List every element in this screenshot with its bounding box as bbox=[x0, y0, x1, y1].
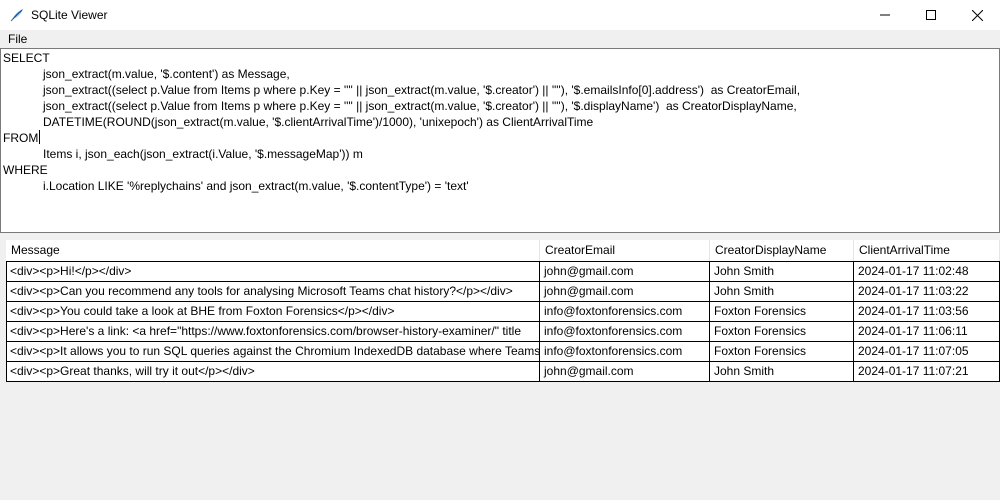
sql-line: json_extract((select p.Value from Items … bbox=[3, 99, 797, 113]
cell-client-arrival-time[interactable]: 2024-01-17 11:06:11 bbox=[854, 322, 1000, 342]
maximize-button[interactable] bbox=[908, 0, 954, 30]
sqlite-viewer-window: SQLite Viewer File SELECT json_extract(m… bbox=[0, 0, 1000, 500]
minimize-icon bbox=[880, 10, 890, 20]
cell-client-arrival-time[interactable]: 2024-01-17 11:07:21 bbox=[854, 362, 1000, 382]
title-bar[interactable]: SQLite Viewer bbox=[0, 0, 1000, 30]
table-row[interactable]: <div><p>Hi!</p></div> john@gmail.com Joh… bbox=[6, 262, 1000, 282]
grid-header: Message CreatorEmail CreatorDisplayName … bbox=[6, 240, 1000, 262]
cell-message[interactable]: <div><p>Great thanks, will try it out</p… bbox=[6, 362, 540, 382]
cell-client-arrival-time[interactable]: 2024-01-17 11:07:05 bbox=[854, 342, 1000, 362]
column-header-client-arrival-time[interactable]: ClientArrivalTime bbox=[854, 240, 1000, 261]
table-row[interactable]: <div><p>Can you recommend any tools for … bbox=[6, 282, 1000, 302]
window-title: SQLite Viewer bbox=[31, 8, 108, 22]
cell-client-arrival-time[interactable]: 2024-01-17 11:03:22 bbox=[854, 282, 1000, 302]
table-row[interactable]: <div><p>You could take a look at BHE fro… bbox=[6, 302, 1000, 322]
column-header-creator-display-name[interactable]: CreatorDisplayName bbox=[710, 240, 854, 261]
cell-creator-email[interactable]: john@gmail.com bbox=[540, 262, 710, 282]
minimize-button[interactable] bbox=[862, 0, 908, 30]
sql-line: SELECT bbox=[3, 51, 50, 65]
cell-creator-email[interactable]: info@foxtonforensics.com bbox=[540, 342, 710, 362]
sql-query-editor[interactable]: SELECT json_extract(m.value, '$.content'… bbox=[0, 48, 1000, 233]
cell-message[interactable]: <div><p>It allows you to run SQL queries… bbox=[6, 342, 540, 362]
menu-bar: File bbox=[0, 30, 1000, 48]
close-icon bbox=[971, 9, 983, 21]
cell-message[interactable]: <div><p>Can you recommend any tools for … bbox=[6, 282, 540, 302]
cell-message[interactable]: <div><p>You could take a look at BHE fro… bbox=[6, 302, 540, 322]
column-header-message[interactable]: Message bbox=[6, 240, 540, 261]
table-row[interactable]: <div><p>Here's a link: <a href="https://… bbox=[6, 322, 1000, 342]
sqlite-feather-icon bbox=[9, 7, 25, 23]
cell-creator-display-name[interactable]: John Smith bbox=[710, 262, 854, 282]
sql-line: FROM bbox=[3, 131, 39, 145]
cell-client-arrival-time[interactable]: 2024-01-17 11:03:56 bbox=[854, 302, 1000, 322]
cell-creator-email[interactable]: info@foxtonforensics.com bbox=[540, 302, 710, 322]
close-button[interactable] bbox=[954, 0, 1000, 30]
cell-creator-email[interactable]: info@foxtonforensics.com bbox=[540, 322, 710, 342]
table-row[interactable]: <div><p>It allows you to run SQL queries… bbox=[6, 342, 1000, 362]
maximize-icon bbox=[926, 10, 936, 20]
cell-creator-display-name[interactable]: Foxton Forensics bbox=[710, 302, 854, 322]
column-header-creator-email[interactable]: CreatorEmail bbox=[540, 240, 710, 261]
cell-creator-display-name[interactable]: Foxton Forensics bbox=[710, 342, 854, 362]
cell-creator-email[interactable]: john@gmail.com bbox=[540, 362, 710, 382]
cell-client-arrival-time[interactable]: 2024-01-17 11:02:48 bbox=[854, 262, 1000, 282]
cell-creator-email[interactable]: john@gmail.com bbox=[540, 282, 710, 302]
cell-message[interactable]: <div><p>Hi!</p></div> bbox=[6, 262, 540, 282]
sql-line: DATETIME(ROUND(json_extract(m.value, '$.… bbox=[3, 115, 594, 129]
text-caret bbox=[39, 130, 40, 144]
sql-line: i.Location LIKE '%replychains' and json_… bbox=[3, 179, 469, 193]
sql-line: WHERE bbox=[3, 163, 48, 177]
sql-line: Items i, json_each(json_extract(i.Value,… bbox=[3, 147, 363, 161]
sql-line: json_extract((select p.Value from Items … bbox=[3, 83, 801, 97]
results-grid[interactable]: Message CreatorEmail CreatorDisplayName … bbox=[0, 238, 1000, 500]
cell-creator-display-name[interactable]: John Smith bbox=[710, 362, 854, 382]
sql-line: json_extract(m.value, '$.content') as Me… bbox=[3, 67, 290, 81]
cell-message[interactable]: <div><p>Here's a link: <a href="https://… bbox=[6, 322, 540, 342]
menu-file[interactable]: File bbox=[7, 32, 28, 46]
cell-creator-display-name[interactable]: Foxton Forensics bbox=[710, 322, 854, 342]
table-row[interactable]: <div><p>Great thanks, will try it out</p… bbox=[6, 362, 1000, 382]
grid-rows-left-border bbox=[6, 262, 7, 382]
cell-creator-display-name[interactable]: John Smith bbox=[710, 282, 854, 302]
